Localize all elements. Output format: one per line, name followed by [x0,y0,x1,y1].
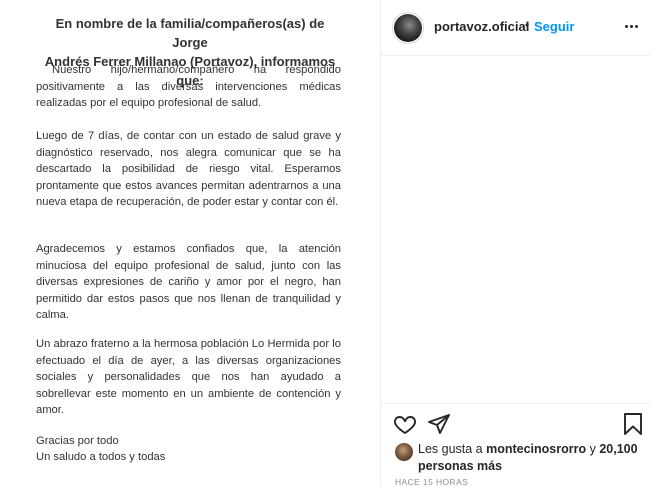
separator-dot: • [525,18,530,32]
document-title-line: En nombre de la familia/compañeros(as) d… [55,16,325,50]
heart-icon[interactable] [393,412,417,441]
post-image[interactable]: En nombre de la familia/compañeros(as) d… [0,0,380,487]
username-link[interactable]: portavoz.oficial [434,19,529,34]
more-options-icon[interactable] [621,16,641,36]
likes-summary: Les gusta a montecinosrorro y 20,100 per… [418,441,643,475]
likes-connector: y [586,442,600,456]
instagram-post: En nombre de la familia/compañeros(as) d… [0,0,650,487]
likes-prefix: Les gusta a [418,442,487,456]
liker-avatar[interactable] [395,443,413,461]
comments-area[interactable] [381,57,650,403]
document-closing: Gracias por todo [36,435,119,447]
document-paragraph: Nuestro hijo/hermano/compañero ha respon… [36,64,341,110]
post-timestamp[interactable]: HACE 15 HORAS [395,477,468,487]
paper-plane-icon[interactable] [427,412,451,441]
document-paragraph: Agradecemos y estamos confiados que, la … [36,243,341,322]
avatar-image [394,14,422,42]
post-header: portavoz.oficial • Seguir [381,0,650,56]
follow-button[interactable]: Seguir [534,19,574,34]
document-paragraph: Un abrazo fraterno a la hermosa població… [36,338,341,417]
document-paragraph: Luego de 7 días, de contar con un estado… [36,130,341,209]
bookmark-icon[interactable] [622,412,644,441]
liker-username[interactable]: montecinosrorro [486,442,586,456]
post-sidebar: portavoz.oficial • Seguir Les gusta a mo… [380,0,650,487]
avatar[interactable] [392,12,424,44]
action-bar: Les gusta a montecinosrorro y 20,100 per… [381,403,650,487]
document-closing: Un saludo a todos y todas [36,451,166,463]
